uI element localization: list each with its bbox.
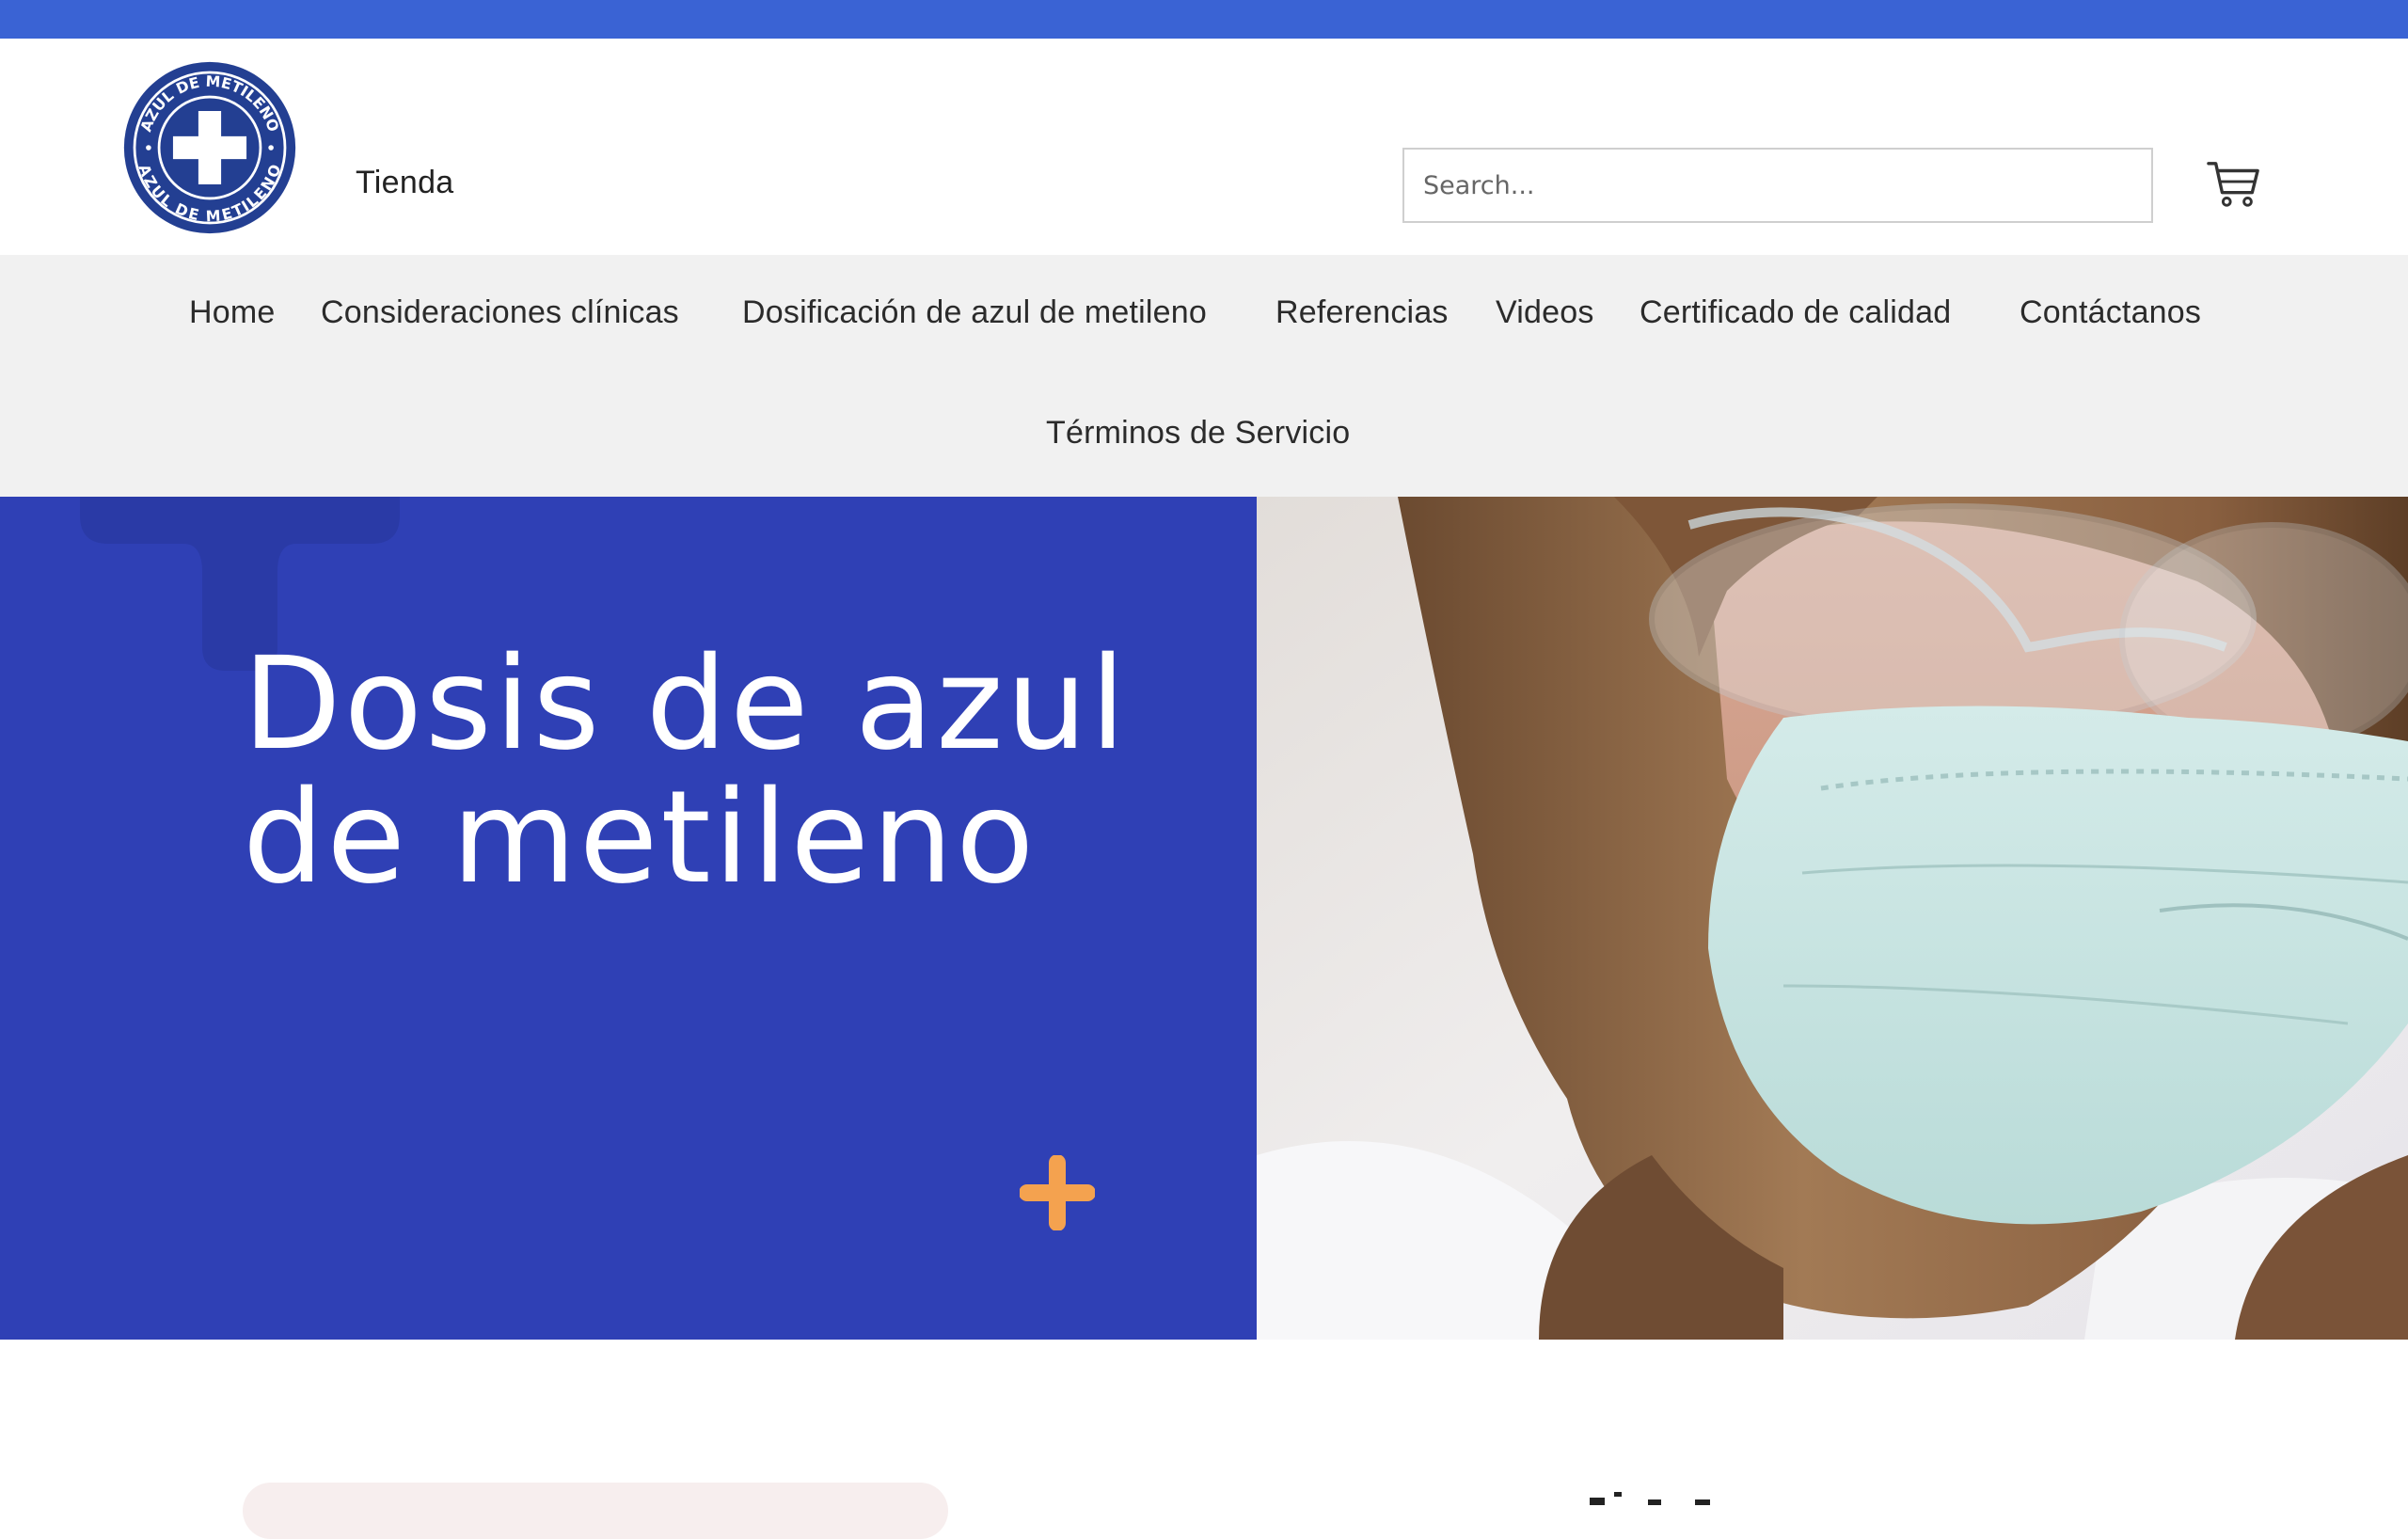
nav-item-consideraciones-clinicas[interactable]: Consideraciones clínicas xyxy=(321,294,679,331)
nav-item-terminos[interactable]: Términos de Servicio xyxy=(1046,415,1350,452)
nav-item-contactanos[interactable]: Contáctanos xyxy=(2020,294,2201,331)
top-announcement-bar xyxy=(0,0,2408,39)
site-header: AZUL DE METILENO AZUL DE METILENO Tienda xyxy=(0,39,2408,255)
nav-item-videos[interactable]: Videos xyxy=(1496,294,1594,331)
nav-item-referencias[interactable]: Referencias xyxy=(1275,294,1449,331)
nav-item-certificado[interactable]: Certificado de calidad xyxy=(1640,294,1951,331)
hero-photo xyxy=(1257,497,2408,1340)
nav-item-home[interactable]: Home xyxy=(189,294,276,331)
site-logo[interactable]: AZUL DE METILENO AZUL DE METILENO xyxy=(122,60,297,235)
main-navigation: Home Consideraciones clínicas Dosificaci… xyxy=(0,255,2408,497)
hero-title: Dosis de azul de metileno xyxy=(243,630,1129,912)
search-input[interactable] xyxy=(1402,148,2153,223)
section-heading-partial xyxy=(1590,1492,1710,1505)
content-card xyxy=(243,1483,948,1539)
plus-icon xyxy=(1020,1155,1095,1230)
shopping-cart-icon[interactable] xyxy=(2207,159,2261,210)
shop-link[interactable]: Tienda xyxy=(356,165,454,201)
hero-photo-health-worker-in-mask xyxy=(1257,497,2408,1340)
nav-item-dosificacion[interactable]: Dosificación de azul de metileno xyxy=(742,294,1207,331)
hero-panel: Dosis de azul de metileno xyxy=(0,497,1257,1340)
